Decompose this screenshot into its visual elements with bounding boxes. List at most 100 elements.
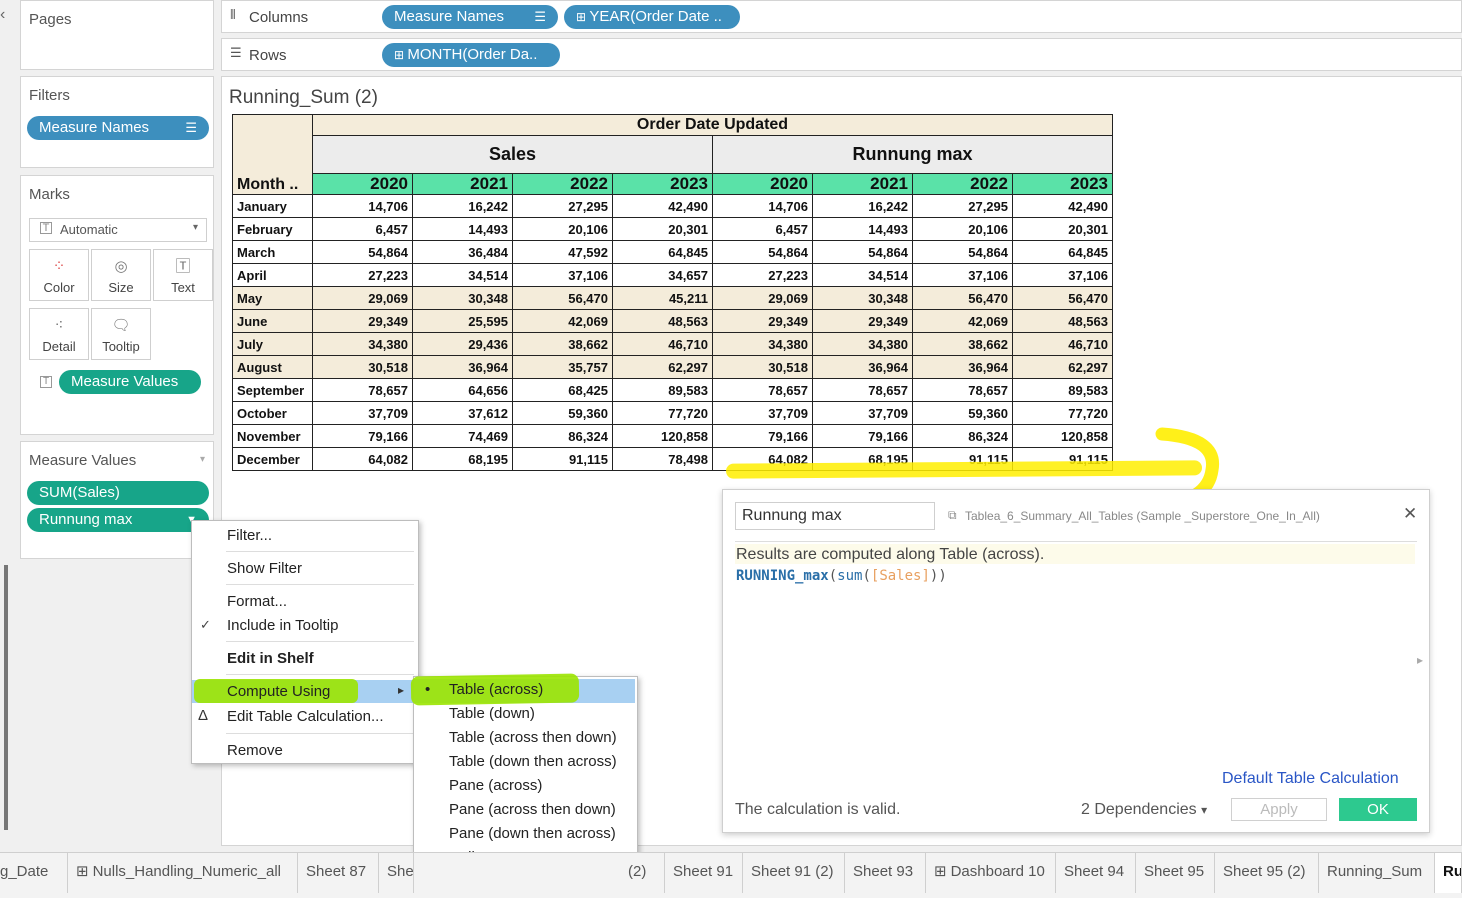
running-max-cell[interactable]: 6,457 [712,217,813,241]
month-row-header[interactable]: September [232,378,313,402]
sales-cell[interactable]: 77,720 [612,401,713,425]
month-row-header[interactable]: April [232,263,313,287]
running-max-cell[interactable]: 42,490 [1012,194,1113,218]
sales-cell[interactable]: 89,583 [612,378,713,402]
sheet-tab[interactable]: Sheet 95 (2) [1215,853,1319,893]
running-max-cell[interactable]: 20,106 [912,217,1013,241]
running-max-cell[interactable]: 34,380 [812,332,913,356]
sales-cell[interactable]: 68,425 [512,378,613,402]
month-row-header[interactable]: March [232,240,313,264]
running-max-cell[interactable]: 54,864 [712,240,813,264]
sales-cell[interactable]: 6,457 [312,217,413,241]
sales-cell[interactable]: 37,612 [412,401,513,425]
running-max-cell[interactable]: 56,470 [1012,286,1113,310]
expand-panel-icon[interactable]: ▸ [1417,653,1423,667]
marks-measure-values-pill[interactable]: Measure Values [59,370,201,394]
sales-cell[interactable]: 74,469 [412,424,513,448]
sales-cell[interactable]: 34,514 [412,263,513,287]
running-max-cell[interactable]: 78,657 [912,378,1013,402]
month-row-header[interactable]: December [232,447,313,471]
mark-type-dropdown[interactable]: T Automatic ▾ [29,218,207,242]
default-table-calc-link[interactable]: Default Table Calculation [1222,770,1399,788]
sales-cell[interactable]: 20,301 [612,217,713,241]
columns-measure-names-pill[interactable]: Measure Names ☰ [382,5,558,29]
left-scrollbar[interactable] [4,565,8,830]
sheet-tab[interactable]: Ru [1435,853,1462,893]
size-button[interactable]: ◎ Size [91,249,151,301]
sales-cell[interactable]: 91,115 [512,447,613,471]
running-max-cell[interactable]: 37,106 [912,263,1013,287]
running-max-cell[interactable]: 30,348 [812,286,913,310]
rows-month-pill[interactable]: ⊞ MONTH(Order Da.. [382,43,560,67]
running-max-cell[interactable]: 38,662 [912,332,1013,356]
running-max-cell[interactable]: 56,470 [912,286,1013,310]
sales-cell[interactable]: 64,845 [612,240,713,264]
running-max-cell[interactable]: 86,324 [912,424,1013,448]
sales-cell[interactable]: 79,166 [312,424,413,448]
sales-cell[interactable]: 42,490 [612,194,713,218]
year-header[interactable]: 2021 [812,173,913,195]
month-row-header[interactable]: November [232,424,313,448]
submenu-item[interactable]: Pane (across then down) [449,801,616,818]
menu-format[interactable]: Format... [227,593,287,610]
running-max-cell[interactable]: 54,864 [812,240,913,264]
sales-cell[interactable]: 59,360 [512,401,613,425]
running-max-cell[interactable]: 34,514 [812,263,913,287]
close-icon[interactable]: ✕ [1403,504,1417,524]
sheet-tab[interactable]: Sheet 94 [1056,853,1136,893]
sheet-tab[interactable]: (2) [620,853,665,893]
running-max-group-header[interactable]: Runnung max [712,135,1113,174]
running-max-cell[interactable]: 16,242 [812,194,913,218]
runnung-max-pill[interactable]: Runnung max ▼ [27,508,209,532]
submenu-item[interactable]: Table (down) [449,705,535,722]
sales-cell[interactable]: 14,706 [312,194,413,218]
sales-cell[interactable]: 37,709 [312,401,413,425]
running-max-cell[interactable]: 14,706 [712,194,813,218]
year-header[interactable]: 2020 [312,173,413,195]
running-max-cell[interactable]: 27,295 [912,194,1013,218]
running-max-cell[interactable]: 64,845 [1012,240,1113,264]
sheet-tab[interactable]: g_Date [0,853,68,893]
calc-name-input[interactable] [735,502,935,530]
card-menu-icon[interactable]: ▾ [200,454,205,465]
running-max-cell[interactable]: 42,069 [912,309,1013,333]
running-max-cell[interactable]: 48,563 [1012,309,1113,333]
month-row-header[interactable]: February [232,217,313,241]
sales-cell[interactable]: 29,349 [312,309,413,333]
sheet-tab[interactable]: ⊞ Dashboard 10 [926,853,1056,893]
menu-include-tooltip[interactable]: Include in Tooltip [227,617,338,634]
sales-cell[interactable]: 86,324 [512,424,613,448]
menu-compute-using[interactable]: Compute Using [227,683,330,700]
sales-cell[interactable]: 29,069 [312,286,413,310]
month-row-header[interactable]: October [232,401,313,425]
sheet-tab[interactable]: Sheet 91 [665,853,743,893]
running-max-cell[interactable]: 77,720 [1012,401,1113,425]
year-header[interactable]: 2022 [512,173,613,195]
menu-show-filter[interactable]: Show Filter [227,560,302,577]
sales-cell[interactable]: 47,592 [512,240,613,264]
running-max-cell[interactable]: 20,301 [1012,217,1113,241]
running-max-cell[interactable]: 37,106 [1012,263,1113,287]
left-pane-collapse[interactable]: ‹ [0,0,12,40]
running-max-cell[interactable]: 27,223 [712,263,813,287]
sales-cell[interactable]: 27,295 [512,194,613,218]
month-row-header[interactable]: June [232,309,313,333]
sales-cell[interactable]: 64,082 [312,447,413,471]
order-date-header[interactable]: Order Date Updated [312,114,1113,136]
submenu-item[interactable]: Table (across) [449,681,543,698]
sales-cell[interactable]: 34,380 [312,332,413,356]
submenu-item[interactable]: Table (across then down) [449,729,617,746]
menu-edit-table-calc[interactable]: Edit Table Calculation... [227,708,383,725]
running-max-cell[interactable]: 37,709 [812,401,913,425]
sales-cell[interactable]: 48,563 [612,309,713,333]
menu-remove[interactable]: Remove [227,742,283,759]
tooltip-button[interactable]: 🗨 Tooltip [91,308,151,360]
year-header[interactable]: 2022 [912,173,1013,195]
apply-button[interactable]: Apply [1231,798,1327,821]
sales-cell[interactable]: 29,436 [412,332,513,356]
ok-button[interactable]: OK [1339,798,1417,821]
submenu-item[interactable]: Pane (down then across) [449,825,616,842]
sheet-tab[interactable]: Sheet 93 [845,853,926,893]
sheet-tab[interactable]: She [379,853,414,893]
sheet-tab[interactable]: Sheet 91 (2) [743,853,845,893]
